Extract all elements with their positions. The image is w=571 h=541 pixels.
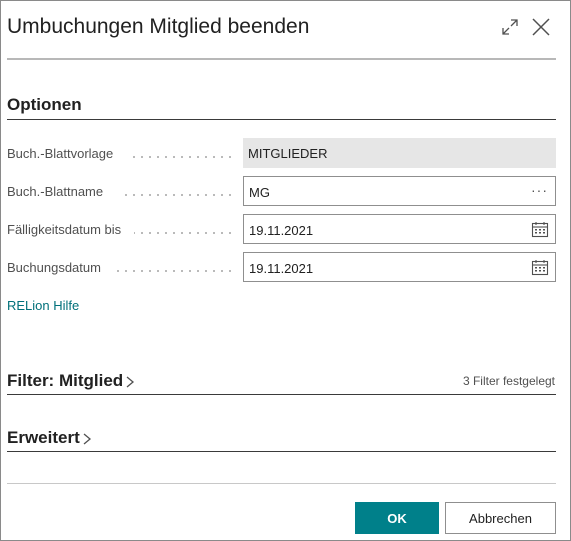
field-label-due-date: Fälligkeitsdatum bis [7, 222, 122, 237]
close-icon[interactable] [531, 17, 551, 37]
filter-section-toggle[interactable]: Filter: Mitglied [7, 371, 135, 391]
options-heading: Optionen [7, 95, 82, 114]
chevron-right-icon [126, 376, 135, 388]
field-row-journal-name: Buch.-Blattname MG ··· [7, 176, 556, 206]
journal-name-field[interactable]: MG ··· [243, 176, 556, 206]
label-leader-dots [120, 194, 234, 196]
chevron-right-icon [83, 433, 91, 445]
field-row-journal-template: Buch.-Blattvorlage MITGLIEDER [7, 138, 556, 168]
field-row-posting-date: Buchungsdatum 19.11.2021 [7, 252, 556, 282]
field-label-posting-date: Buchungsdatum [7, 260, 101, 275]
posting-date-value: 19.11.2021 [249, 261, 314, 276]
expand-icon[interactable] [500, 17, 520, 37]
title-divider [7, 58, 556, 60]
label-leader-dots [134, 232, 234, 234]
filter-heading: Filter: Mitglied [7, 371, 124, 390]
dialog-title: Umbuchungen Mitglied beenden [7, 15, 310, 38]
journal-template-field: MITGLIEDER [243, 138, 556, 168]
ellipsis-icon[interactable]: ··· [531, 182, 548, 198]
label-leader-dots [116, 270, 234, 272]
footer-divider [7, 483, 556, 484]
cancel-button[interactable]: Abbrechen [445, 502, 556, 534]
field-label-journal-name: Buch.-Blattname [7, 184, 104, 199]
filter-divider [7, 394, 556, 395]
due-date-field[interactable]: 19.11.2021 [243, 214, 556, 244]
calendar-icon[interactable] [531, 259, 549, 277]
posting-date-field[interactable]: 19.11.2021 [243, 252, 556, 282]
field-row-due-date: Fälligkeitsdatum bis 19.11.2021 [7, 214, 556, 244]
advanced-divider [7, 451, 556, 452]
options-divider [7, 119, 556, 120]
help-link[interactable]: RELion Hilfe [7, 298, 79, 313]
filter-status: 3 Filter festgelegt [462, 374, 555, 388]
due-date-value: 19.11.2021 [249, 223, 314, 238]
advanced-heading: Erweitert [7, 428, 80, 447]
ok-button[interactable]: OK [355, 502, 439, 534]
journal-template-value: MITGLIEDER [248, 146, 328, 161]
calendar-icon[interactable] [531, 221, 549, 239]
advanced-section-toggle[interactable]: Erweitert [7, 428, 92, 448]
field-label-journal-template: Buch.-Blattvorlage [7, 146, 114, 161]
journal-name-value: MG [249, 185, 270, 200]
label-leader-dots [128, 156, 234, 158]
dialog: Umbuchungen Mitglied beenden Optionen Bu… [0, 0, 571, 541]
